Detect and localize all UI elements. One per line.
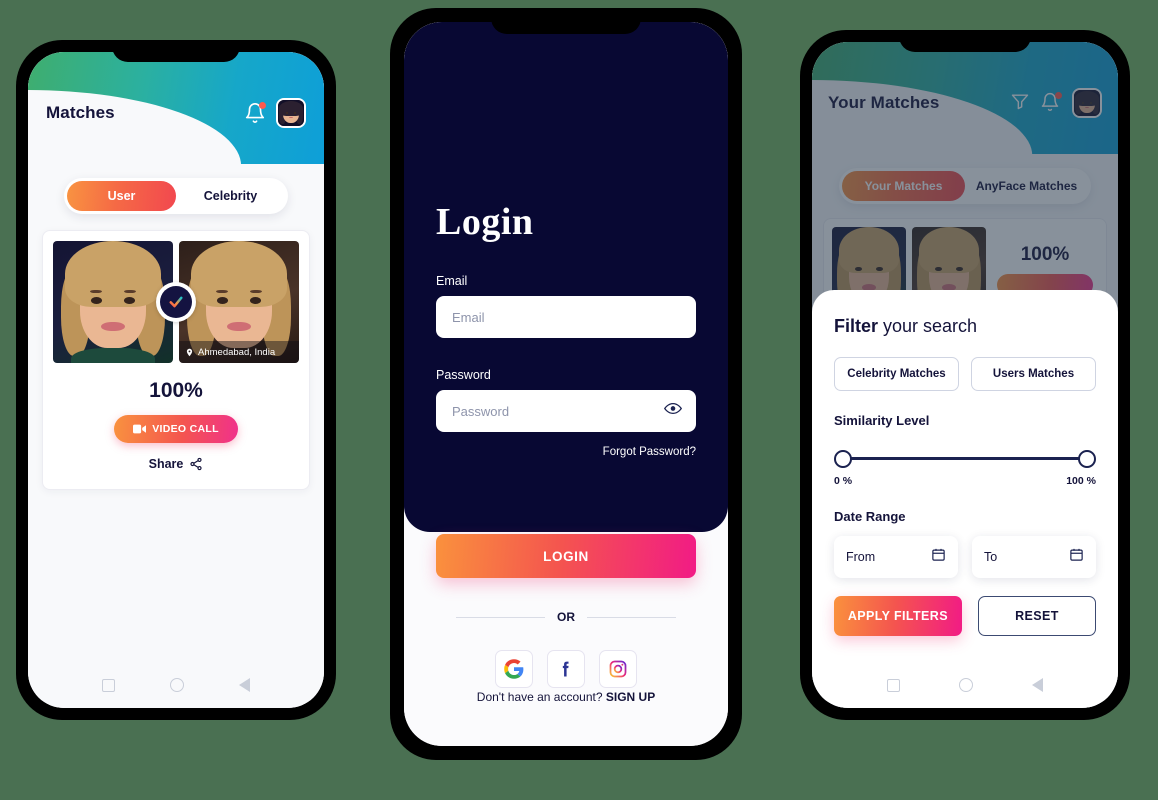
tab-celebrity[interactable]: Celebrity [176,181,285,211]
forgot-password-link[interactable]: Forgot Password? [436,446,696,458]
google-icon[interactable] [495,650,533,688]
date-to-placeholder: To [984,550,998,564]
eye-icon[interactable] [664,402,682,421]
phone-screen-login: Login Email Password [404,22,728,746]
divider-line-left [456,616,545,618]
match-percent: 100% [149,379,203,402]
email-label: Email [436,274,468,288]
slider-handle-min[interactable] [834,450,852,468]
page-title: Matches [46,103,115,122]
date-from-field[interactable]: From [834,536,958,578]
date-from-placeholder: From [846,550,876,564]
email-field[interactable] [436,296,696,338]
similarity-level-label: Similarity Level [834,413,930,428]
filter-sheet-title: Filter your search [834,316,1096,337]
slider-track [843,457,1087,460]
android-navbar [812,662,1118,708]
login-button[interactable]: LOGIN [436,534,696,578]
phone-login: Login Email Password [390,8,742,760]
reset-button[interactable]: RESET [977,596,1096,636]
slider-handle-max[interactable] [1078,450,1096,468]
password-label: Password [436,368,491,382]
signup-prompt: Don't have an account? [476,690,603,704]
filter-actions: APPLY FILTERS RESET [834,596,1096,636]
filter-sheet: Filter your search Celebrity Matches Use… [812,290,1118,708]
notification-dot [259,102,266,109]
check-badge-icon [156,282,196,322]
match-photo-right[interactable]: Ahmedabad, India [179,241,299,363]
circle-icon[interactable] [169,678,184,692]
divider-label: OR [557,610,575,624]
chip-celebrity-matches[interactable]: Celebrity Matches [834,357,959,391]
signup-row: Don't have an account? SIGN UP [404,690,728,704]
video-camera-icon [133,424,147,434]
match-card: Ahmedabad, India 100% VIDEO CALL Share [42,230,310,490]
social-login-row [404,650,728,688]
phone-matches: Matches User Celebrity Ahmedabad, India … [16,40,336,720]
filter-title-bold: Filter [834,316,879,336]
square-icon[interactable] [101,678,115,692]
phone-notch [899,30,1031,52]
filter-chip-group: Celebrity Matches Users Matches [834,357,1096,391]
bell-icon[interactable] [244,102,266,124]
page-title: Login [436,201,534,243]
instagram-icon[interactable] [599,650,637,688]
signup-link[interactable]: SIGN UP [606,690,655,704]
android-navbar [28,662,324,708]
avatar[interactable] [276,98,306,128]
share-icon [190,457,202,471]
circle-icon[interactable] [958,678,973,692]
slider-max-label: 100 % [1066,475,1096,487]
video-call-label: VIDEO CALL [152,423,219,435]
location-tag: Ahmedabad, India [179,341,299,363]
matches-tab-group: User Celebrity [64,178,288,214]
match-photo-left[interactable] [53,241,173,363]
back-triangle-icon[interactable] [1031,678,1043,692]
slider-min-label: 0 % [834,475,853,487]
phone-screen-matches: Matches User Celebrity Ahmedabad, India … [28,52,324,708]
video-call-button[interactable]: VIDEO CALL [114,415,238,443]
calendar-icon[interactable] [1069,547,1084,567]
location-text: Ahmedabad, India [198,346,276,358]
map-pin-icon [186,348,193,356]
screenshot-stage: Matches User Celebrity Ahmedabad, India … [0,0,1158,800]
phone-screen-filter: Your Matches [812,42,1118,708]
back-triangle-icon[interactable] [239,678,251,692]
date-range-row: From To [834,536,1096,578]
matches-header: Matches [28,52,324,166]
divider-line-right [587,616,676,618]
date-to-field[interactable]: To [972,536,1096,578]
match-photos: Ahmedabad, India [53,241,299,363]
phone-notch [491,8,641,34]
password-field[interactable] [436,390,696,432]
calendar-icon[interactable] [931,547,946,567]
share-button[interactable]: Share [53,457,299,471]
filter-title-rest: your search [878,316,978,336]
phone-filter: Your Matches [800,30,1130,720]
apply-filters-button[interactable]: APPLY FILTERS [834,596,962,636]
chip-users-matches[interactable]: Users Matches [971,357,1096,391]
slider-value-row: 0 % 100 % [834,475,1096,487]
divider-or: OR [456,610,676,624]
square-icon[interactable] [887,678,901,692]
date-range-label: Date Range [834,509,906,524]
phone-notch [112,40,240,62]
tab-user[interactable]: User [67,181,176,211]
facebook-icon[interactable] [547,650,585,688]
similarity-slider[interactable] [834,450,1096,468]
share-label: Share [148,457,184,471]
